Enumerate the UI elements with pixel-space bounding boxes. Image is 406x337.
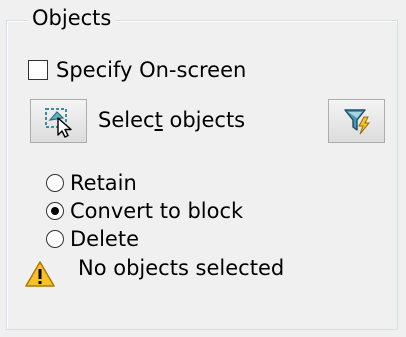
radio-delete[interactable]: Delete	[46, 226, 139, 252]
status-message: No objects selected	[78, 256, 285, 280]
specify-onscreen-checkbox[interactable]: Specify On-screen	[28, 56, 246, 84]
group-title: Objects	[28, 6, 116, 30]
radio-label: Convert to block	[70, 199, 244, 223]
quick-select-filter-icon	[343, 109, 370, 135]
radio-label: Retain	[70, 171, 137, 195]
select-objects-button[interactable]	[30, 99, 87, 143]
select-objects-label: Select objects	[98, 108, 246, 132]
radio-retain[interactable]: Retain	[46, 170, 137, 196]
radio-label: Delete	[70, 227, 139, 251]
checkbox-box[interactable]	[28, 60, 48, 80]
quick-select-button[interactable]	[328, 99, 385, 143]
radio-button[interactable]	[46, 174, 64, 192]
select-objects-icon	[44, 108, 72, 138]
radio-convert-to-block[interactable]: Convert to block	[46, 198, 243, 224]
warning-icon	[25, 261, 55, 287]
radio-button-selected[interactable]	[46, 202, 64, 220]
checkbox-label: Specify On-screen	[56, 58, 247, 82]
radio-button[interactable]	[46, 230, 64, 248]
